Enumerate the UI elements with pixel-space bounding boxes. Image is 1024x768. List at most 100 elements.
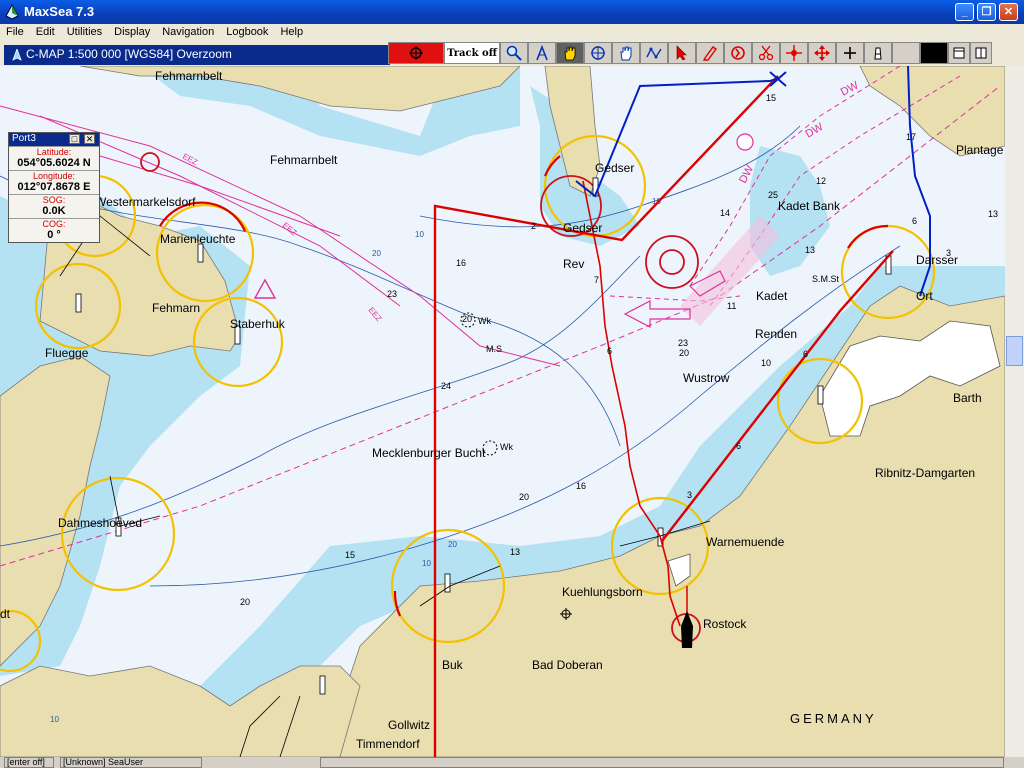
status-cell-mode: [enter off] <box>4 757 54 768</box>
depth-sounding: 25 <box>768 190 778 200</box>
depth-sounding: 11 <box>727 301 736 311</box>
depth-sounding: 6 <box>912 216 917 226</box>
menu-display[interactable]: Display <box>108 24 156 38</box>
label-warnemuende: Warnemuende <box>706 535 785 549</box>
scrollbar-thumb[interactable] <box>1006 336 1023 366</box>
menu-logbook[interactable]: Logbook <box>220 24 274 38</box>
window-layout-icon <box>975 47 987 59</box>
cog-value: 0 ° <box>47 229 61 241</box>
beacon-icon <box>874 47 882 60</box>
depth-sounding: 24 <box>441 381 451 391</box>
label-dw: DW <box>839 79 861 98</box>
record-button[interactable] <box>388 42 444 64</box>
depth-sounding: 3 <box>687 490 692 500</box>
contour-label: 10 <box>652 197 661 206</box>
label-kadet: Kadet <box>756 289 788 303</box>
move-button[interactable] <box>808 42 836 64</box>
route-button[interactable] <box>640 42 668 64</box>
label-buk: Buk <box>442 658 464 672</box>
pencil-button[interactable] <box>696 42 724 64</box>
label-fehmarnbelt-top: Fehmarnbelt <box>155 69 223 83</box>
maximize-button[interactable]: ❐ <box>977 3 996 21</box>
undo-button[interactable] <box>724 42 752 64</box>
depth-sounding: 20 <box>462 314 472 324</box>
layout-icon <box>953 47 965 59</box>
scissors-button[interactable] <box>752 42 780 64</box>
latitude-label: Latitude: <box>9 146 99 157</box>
label-dt: dt <box>0 607 11 621</box>
label-wk: Wk <box>500 442 513 452</box>
nautical-chart[interactable]: Fehmarnbelt Fehmarnbelt Gedser Gedser Re… <box>0 66 1005 757</box>
panel-restore-button[interactable]: □ <box>69 134 80 144</box>
menu-navigation[interactable]: Navigation <box>156 24 220 38</box>
color-swatch-light[interactable] <box>892 42 920 64</box>
depth-sounding: 10 <box>761 358 771 368</box>
label-ms: M.S <box>486 344 502 354</box>
port-info-panel[interactable]: Port3 □ ✕ Latitude: 054°05.6024 N Longit… <box>8 132 100 243</box>
close-button[interactable]: ✕ <box>999 3 1018 21</box>
menu-utilities[interactable]: Utilities <box>61 24 108 38</box>
cross-button[interactable] <box>836 42 864 64</box>
vertical-scrollbar[interactable] <box>1005 66 1024 757</box>
depth-sounding: 20 <box>519 492 529 502</box>
beacon-button[interactable] <box>864 42 892 64</box>
horizontal-scrollbar[interactable] <box>320 757 1004 768</box>
cursor-icon <box>676 45 687 61</box>
label-fehmarn: Fehmarn <box>152 301 200 315</box>
label-plantage: Plantage <box>956 143 1004 157</box>
depth-sounding: 16 <box>456 258 466 268</box>
pencil-icon <box>702 46 717 61</box>
target-button[interactable] <box>780 42 808 64</box>
waypoint-cross <box>769 71 787 87</box>
divider-icon <box>536 45 548 61</box>
window-title: MaxSea 7.3 <box>24 4 95 19</box>
pan-icon <box>620 46 632 61</box>
target-icon <box>786 45 802 61</box>
label-fehmarnbelt: Fehmarnbelt <box>270 153 338 167</box>
chart-title-text: C-MAP 1:500 000 [WGS84] Overzoom <box>26 47 232 61</box>
label-staberhuk: Staberhuk <box>230 317 286 331</box>
label-eez: EEZ <box>366 306 383 324</box>
menu-edit[interactable]: Edit <box>30 24 61 38</box>
depth-sounding: 15 <box>766 93 776 103</box>
minimize-button[interactable]: _ <box>955 3 974 21</box>
cog-label: COG: <box>9 218 99 229</box>
zoom-button[interactable] <box>500 42 528 64</box>
track-off-button[interactable]: Track off <box>444 42 500 64</box>
label-kadet-bank: Kadet Bank <box>778 199 841 213</box>
chart-canvas[interactable]: Fehmarnbelt Fehmarnbelt Gedser Gedser Re… <box>0 66 1005 757</box>
label-darsser: Darsser <box>916 253 958 267</box>
label-ort: Ort <box>916 289 933 303</box>
depth-sounding: 17 <box>906 132 916 142</box>
depth-sounding: 16 <box>576 481 586 491</box>
label-dahmeshoeved: Dahmeshoeved <box>58 516 142 530</box>
hand-tool-button[interactable] <box>556 42 584 64</box>
undo-icon <box>731 46 745 60</box>
depth-sounding: 13 <box>510 547 520 557</box>
contour-label: 10 <box>415 230 424 239</box>
hand-icon <box>564 46 576 61</box>
divider-button[interactable] <box>528 42 556 64</box>
port-panel-header[interactable]: Port3 □ ✕ <box>9 133 99 146</box>
contour-label: 10 <box>422 559 431 568</box>
pan-button[interactable] <box>612 42 640 64</box>
title-bar: MaxSea 7.3 _ ❐ ✕ <box>0 0 1024 24</box>
menu-help[interactable]: Help <box>274 24 309 38</box>
menu-file[interactable]: File <box>0 24 30 38</box>
panel-close-button[interactable]: ✕ <box>84 134 95 144</box>
move-icon <box>814 45 830 61</box>
depth-sounding: 2 <box>531 221 536 231</box>
color-swatch-black[interactable] <box>920 42 948 64</box>
depth-sounding: 23 <box>678 338 688 348</box>
layout-button[interactable] <box>948 42 970 64</box>
window-layout-button[interactable] <box>970 42 992 64</box>
cross-icon <box>844 47 856 59</box>
route-icon <box>646 47 662 59</box>
sog-label: SOG: <box>9 194 99 205</box>
label-bad-doberan: Bad Doberan <box>532 658 603 672</box>
sog-value: 0.0K <box>42 205 66 217</box>
cursor-button[interactable] <box>668 42 696 64</box>
crosshair-button[interactable] <box>584 42 612 64</box>
label-mecklenburger-bucht: Mecklenburger Bucht <box>372 446 486 460</box>
depth-sounding: 13 <box>988 209 998 219</box>
